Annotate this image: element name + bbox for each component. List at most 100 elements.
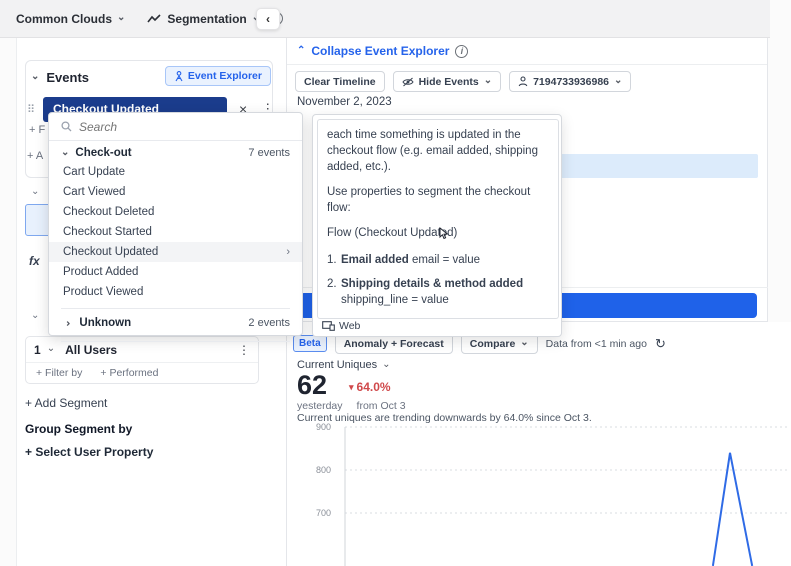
user-id-value: 7194733936986 — [533, 75, 610, 88]
platform-row: Web — [322, 320, 360, 332]
dropdown-item-label: Checkout Updated — [63, 246, 159, 258]
chevron-down-icon[interactable]: ⌄ — [31, 186, 39, 197]
segment-name[interactable]: All Users — [65, 343, 117, 357]
chevron-down-icon[interactable]: ⌄ — [31, 310, 39, 321]
chevron-left-icon: ‹ — [266, 12, 270, 26]
unknown-label: Unknown — [79, 317, 132, 329]
highlighted-timeline-event-row[interactable] — [537, 154, 758, 178]
clear-timeline-button[interactable]: Clear Timeline — [295, 71, 385, 92]
metric-compare-from: from Oct 3 — [356, 400, 406, 412]
y-tick-900: 900 — [316, 422, 331, 432]
events-section-header[interactable]: ⌄ Events — [31, 70, 89, 85]
dropdown-item-product-viewed[interactable]: Product Viewed — [49, 282, 302, 302]
dropdown-group-unknown[interactable]: ⌄ Unknown 2 events — [49, 309, 302, 335]
info-icon[interactable]: i — [455, 44, 469, 58]
view-name: Segmentation — [167, 11, 247, 26]
workspace-switcher[interactable]: Common Clouds ⌄ — [16, 12, 125, 26]
description-paragraph: each time something is updated in the ch… — [327, 129, 538, 174]
dropdown-item-product-added[interactable]: Product Added — [49, 262, 302, 282]
filter-by-fragment[interactable]: + F — [29, 124, 45, 136]
clear-timeline-label: Clear Timeline — [304, 75, 376, 88]
dropdown-group-header[interactable]: ⌄ Check-out 7 events — [49, 141, 302, 162]
segment-options-kebab-icon[interactable]: ⋮ — [238, 343, 250, 357]
refresh-icon[interactable]: ↻ — [655, 336, 666, 352]
step-number: 3. — [327, 316, 341, 319]
top-bar: Common Clouds ⌄ Segmentation ⌄ i ‹ — [0, 0, 770, 38]
event-select-dropdown: ⌄ Check-out 7 events Cart Update Cart Vi… — [48, 112, 303, 342]
app-window: Common Clouds ⌄ Segmentation ⌄ i ‹ ⌄ Eve… — [0, 0, 791, 566]
event-explorer-label: Event Explorer — [187, 70, 262, 82]
user-id-selector[interactable]: 7194733936986 ⌄ — [509, 71, 632, 92]
chevron-up-icon: ⌃ — [297, 44, 306, 56]
collapse-event-explorer-label: Collapse Event Explorer — [311, 44, 450, 58]
workspace-name: Common Clouds — [16, 11, 112, 26]
metric-delta: ▾ 64.0% — [349, 380, 391, 394]
panel-collapse-button[interactable]: ‹ — [256, 8, 280, 30]
metric-period: yesterday — [297, 400, 343, 412]
explorer-person-icon — [175, 70, 183, 81]
event-description-box: each time something is updated in the ch… — [317, 119, 559, 319]
step-number: 2. — [327, 277, 337, 290]
timeline-date: November 2, 2023 — [297, 96, 392, 108]
step-number: 1. — [327, 253, 337, 266]
hide-events-button[interactable]: Hide Events ⌄ — [392, 71, 502, 92]
chart-section: Beta Anomaly + Forecast Compare ⌄ Data f… — [287, 322, 791, 566]
event-explorer-button[interactable]: Event Explorer — [164, 66, 271, 86]
chevron-down-icon: ⌄ — [117, 12, 126, 23]
data-freshness-label: Data from <1 min ago — [545, 337, 647, 350]
dropdown-item-cart-update[interactable]: Cart Update — [49, 162, 302, 182]
devices-icon — [322, 321, 335, 331]
step-text: Email added email = value — [341, 253, 481, 266]
chevron-right-icon: ⌄ — [61, 318, 73, 328]
cursor-pointer-icon — [439, 227, 449, 240]
step-text: Shipping details & method added shipping… — [341, 277, 524, 306]
group-label: Check-out — [75, 147, 132, 159]
flow-step-2: 2. Shipping details & method added shipp… — [327, 276, 549, 308]
description-flow-line: Flow (Checkout Updated) — [327, 225, 549, 241]
segment-filter-by-link[interactable]: + Filter by — [36, 367, 82, 379]
events-section-title: Events — [46, 70, 90, 85]
anomaly-forecast-label: Anomaly + Forecast — [343, 337, 444, 350]
chevron-down-icon[interactable]: ⌄ — [47, 343, 55, 354]
segment-performed-link[interactable]: + Performed — [100, 367, 158, 379]
chevron-right-icon: › — [286, 246, 290, 258]
chevron-down-icon: ⌄ — [520, 337, 529, 348]
chevron-down-icon: ⌄ — [382, 358, 391, 370]
chevron-down-icon: ⌄ — [31, 71, 40, 82]
collapse-event-explorer-link[interactable]: ⌃ Collapse Event Explorer — [297, 44, 449, 58]
compare-label: Compare — [469, 337, 516, 350]
chevron-down-icon: ⌄ — [614, 75, 623, 86]
add-segment-link[interactable]: + Add Segment — [25, 396, 107, 410]
search-icon — [61, 121, 72, 132]
dropdown-item-checkout-deleted[interactable]: Checkout Deleted — [49, 202, 302, 222]
hide-events-label: Hide Events — [418, 75, 479, 88]
user-icon — [518, 76, 528, 87]
triangle-down-icon: ▾ — [349, 381, 354, 392]
group-segment-by-label: Group Segment by — [25, 422, 133, 436]
metric-value: 62 — [297, 370, 328, 400]
event-description-tooltip: each time something is updated in the ch… — [312, 114, 562, 337]
dropdown-item-cart-viewed[interactable]: Cart Viewed — [49, 182, 302, 202]
description-paragraph: Use properties to segment the checkout f… — [327, 186, 531, 215]
eye-off-icon — [401, 77, 414, 86]
event-search-input[interactable] — [79, 119, 269, 134]
flow-step-1: 1. Email added email = value — [327, 252, 549, 268]
step-text: Payment started gateway = value — [341, 316, 517, 319]
view-switcher-segmentation[interactable]: Segmentation ⌄ — [147, 12, 260, 26]
beta-badge[interactable]: Beta — [293, 335, 327, 352]
formula-fx-label[interactable]: fx — [29, 254, 40, 268]
drag-handle-icon[interactable]: ⠿ — [27, 103, 43, 116]
platform-label: Web — [339, 320, 361, 332]
y-tick-700: 700 — [316, 508, 331, 518]
metric-delta-value: 64.0% — [356, 380, 391, 394]
uniques-line-chart: 900 800 700 — [316, 422, 789, 566]
chevron-down-icon: ⌄ — [483, 75, 493, 86]
unknown-count: 2 events — [248, 317, 290, 329]
y-tick-800: 800 — [316, 465, 331, 475]
dropdown-item-checkout-updated[interactable]: Checkout Updated › — [49, 242, 302, 262]
group-count: 7 events — [248, 147, 290, 159]
dropdown-item-checkout-started[interactable]: Checkout Started — [49, 222, 302, 242]
segment-card: 1 ⌄ All Users ⋮ + Filter by + Performed — [25, 336, 259, 384]
add-event-fragment[interactable]: + A — [27, 150, 43, 162]
select-user-property-link[interactable]: + Select User Property — [25, 445, 153, 459]
